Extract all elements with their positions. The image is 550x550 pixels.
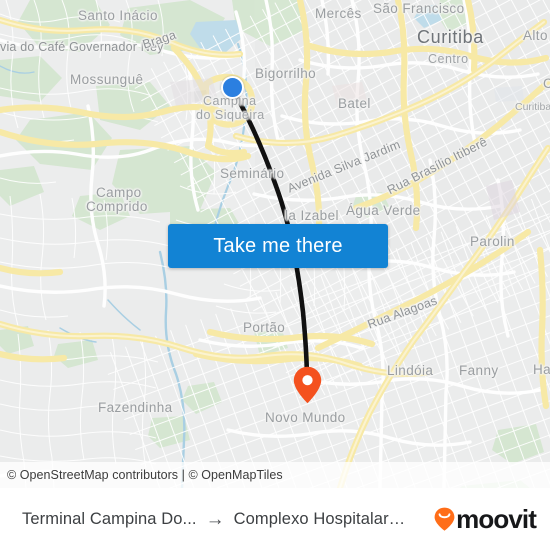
moovit-pin-icon <box>434 507 455 531</box>
map-attribution: © OpenStreetMap contributors | © OpenMap… <box>0 462 550 488</box>
take-me-there-button[interactable]: Take me there <box>168 224 388 268</box>
arrow-right-icon: → <box>205 508 225 530</box>
destination-pin[interactable] <box>293 366 322 404</box>
map-canvas[interactable]: Santo Inácio Mercês São Francisco Curitiba A… <box>0 0 550 488</box>
moovit-logo[interactable]: moovit <box>434 504 537 534</box>
origin-dot-marker[interactable] <box>221 76 244 99</box>
route-map-screen: Santo Inácio Mercês São Francisco Curitiba A… <box>0 0 550 550</box>
route-origin-label: Terminal Campina Do... <box>22 509 197 528</box>
moovit-wordmark: moovit <box>456 504 537 534</box>
route-destination-label: Complexo Hospitalar Do T... <box>233 509 410 528</box>
route-summary: Terminal Campina Do... → Complexo Hospit… <box>22 510 410 529</box>
bottom-bar: Terminal Campina Do... → Complexo Hospit… <box>0 488 550 550</box>
